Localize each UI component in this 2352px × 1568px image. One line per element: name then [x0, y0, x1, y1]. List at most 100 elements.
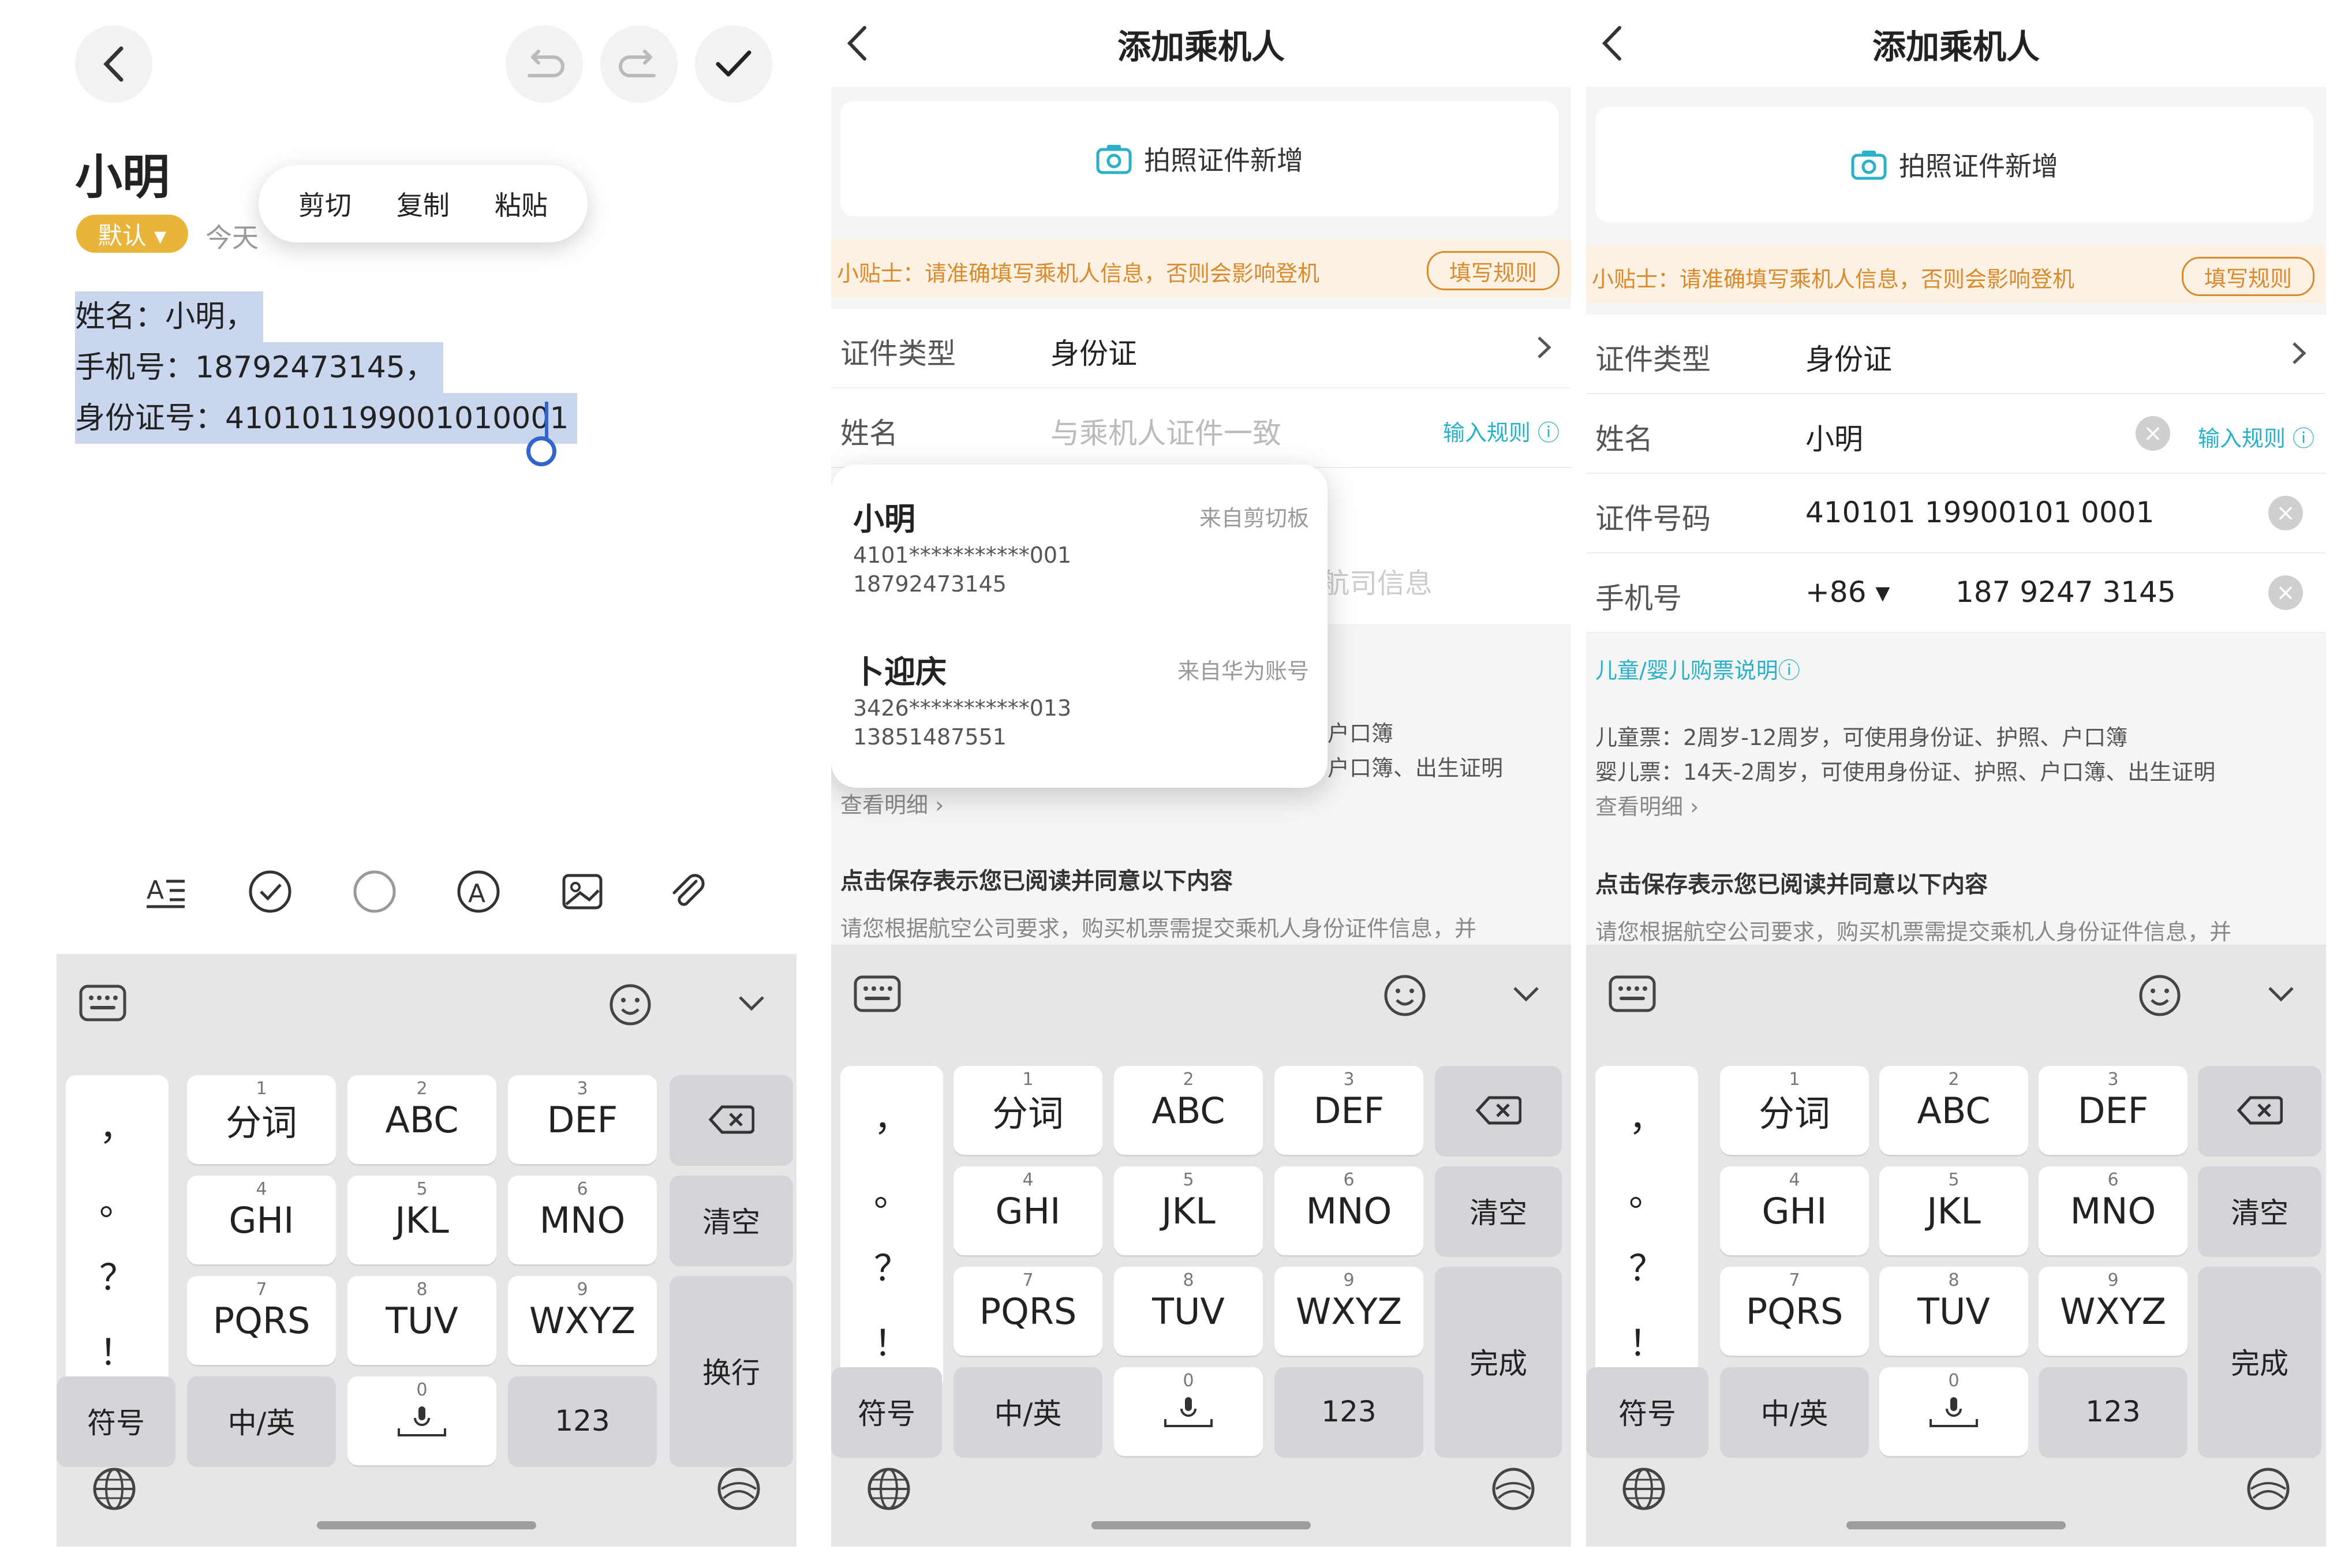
key-7[interactable]: 7 PQRS — [1720, 1267, 1869, 1356]
punct-key[interactable]: ？ — [99, 1248, 135, 1300]
image-icon[interactable] — [559, 869, 605, 915]
punctuation-column[interactable]: ， 。 ？ ！ — [66, 1075, 169, 1398]
key-9[interactable]: 9 WXYZ — [1274, 1267, 1423, 1356]
clear-name-icon[interactable]: × — [2136, 416, 2170, 451]
redo-button[interactable] — [600, 25, 678, 103]
selected-text-line[interactable]: 姓名：小明， — [75, 291, 264, 342]
key-5[interactable]: 5 JKL — [1114, 1166, 1263, 1255]
key-2[interactable]: 2 ABC — [347, 1075, 496, 1164]
id-number-row[interactable]: 证件号码 410101 19900101 0001 × — [1586, 474, 2326, 553]
back-button[interactable] — [75, 25, 152, 103]
country-code-select[interactable]: +86 ▾ — [1805, 575, 1890, 609]
punct-key[interactable]: 。 — [874, 1164, 910, 1216]
circle-icon[interactable] — [352, 869, 398, 915]
selected-text-line[interactable]: 身份证号：410101199001010001 — [75, 393, 577, 444]
key-2[interactable]: 2 ABC — [1879, 1066, 2028, 1155]
keyboard-icon[interactable] — [1608, 974, 1657, 1014]
done-key[interactable]: 完成 — [1435, 1267, 1562, 1456]
doc-type-row[interactable]: 证件类型 身份证 — [1586, 315, 2326, 394]
key-4[interactable]: 4 GHI — [1720, 1166, 1869, 1255]
fill-rules-button[interactable]: 填写规则 — [1426, 251, 1560, 290]
name-input[interactable]: 与乘机人证件一致 — [1050, 410, 1281, 452]
punct-key[interactable]: ？ — [1629, 1239, 1665, 1291]
globe-icon[interactable] — [866, 1466, 912, 1512]
name-row[interactable]: 姓名 与乘机人证件一致 输入规则 ⓘ — [831, 388, 1571, 468]
punct-key[interactable]: ！ — [1629, 1314, 1665, 1366]
key-5[interactable]: 5 JKL — [1879, 1166, 2028, 1255]
cut-menu-item[interactable]: 剪切 — [298, 185, 352, 223]
text-style-icon[interactable]: A — [143, 869, 189, 915]
id-number-input[interactable]: 410101 19900101 0001 — [1805, 496, 2154, 529]
key-3[interactable]: 3 DEF — [508, 1075, 657, 1164]
key-9[interactable]: 9 WXYZ — [508, 1276, 657, 1365]
punct-key[interactable]: ！ — [99, 1323, 135, 1375]
key-9[interactable]: 9 WXYZ — [2039, 1267, 2188, 1356]
key-3[interactable]: 3 DEF — [1274, 1066, 1423, 1155]
fill-rules-button[interactable]: 填写规则 — [2181, 257, 2314, 296]
name-input[interactable]: 小明 — [1805, 416, 1863, 458]
phone-input[interactable]: 187 9247 3145 — [1955, 575, 2176, 609]
key-6[interactable]: 6 MNO — [508, 1176, 657, 1264]
globe-icon[interactable] — [1621, 1466, 1667, 1512]
paste-menu-item[interactable]: 粘贴 — [495, 185, 548, 223]
suggestion-item[interactable]: 小明 来自剪切板 4101***********001 18792473145 — [853, 493, 1309, 597]
punct-key[interactable]: ？ — [874, 1239, 910, 1291]
doc-type-row[interactable]: 证件类型 身份证 — [831, 309, 1571, 388]
key-7[interactable]: 7 PQRS — [187, 1276, 336, 1365]
key-7[interactable]: 7 PQRS — [953, 1267, 1102, 1356]
child-info-heading[interactable]: 儿童/婴儿购票说明ⓘ — [1595, 653, 1800, 684]
done-key[interactable]: 完成 — [2198, 1267, 2321, 1456]
confirm-button[interactable] — [695, 25, 772, 103]
key-1[interactable]: 1 分词 — [187, 1075, 336, 1164]
key-4[interactable]: 4 GHI — [953, 1166, 1102, 1255]
backspace-key[interactable] — [2198, 1066, 2321, 1155]
key-4[interactable]: 4 GHI — [187, 1176, 336, 1264]
globe-icon[interactable] — [91, 1466, 137, 1512]
key-1[interactable]: 1 分词 — [1720, 1066, 1869, 1155]
clear-key[interactable]: 清空 — [670, 1176, 793, 1264]
attachment-icon[interactable] — [664, 869, 710, 915]
emoji-icon[interactable] — [1383, 974, 1427, 1017]
punct-key[interactable]: ！ — [874, 1314, 910, 1366]
default-tag[interactable]: 默认 ▾ — [76, 215, 188, 253]
input-method-logo-icon[interactable] — [1490, 1466, 1536, 1512]
newline-key[interactable]: 换行 — [670, 1276, 793, 1465]
view-details-link[interactable]: 查看明细 › — [840, 787, 944, 819]
punct-key[interactable]: ， — [874, 1089, 910, 1141]
keyboard-icon[interactable] — [78, 983, 127, 1023]
key-8[interactable]: 8 TUV — [1114, 1267, 1263, 1356]
handwriting-icon[interactable]: A — [455, 869, 502, 915]
key-6[interactable]: 6 MNO — [1274, 1166, 1423, 1255]
undo-button[interactable] — [506, 25, 583, 103]
selection-handle[interactable] — [526, 436, 556, 466]
input-method-logo-icon[interactable] — [716, 1466, 762, 1512]
keyboard-icon[interactable] — [853, 974, 902, 1014]
key-3[interactable]: 3 DEF — [2039, 1066, 2188, 1155]
key-6[interactable]: 6 MNO — [2039, 1166, 2188, 1255]
clear-key[interactable]: 清空 — [2198, 1166, 2321, 1255]
suggestion-item[interactable]: 卜迎庆 来自华为账号 3426***********013 1385148755… — [853, 646, 1309, 750]
input-rules-link[interactable]: 输入规则 ⓘ — [2198, 421, 2314, 452]
chevron-down-icon[interactable] — [1509, 976, 1543, 1011]
emoji-icon[interactable] — [2138, 974, 2182, 1017]
punct-key[interactable]: ， — [99, 1098, 135, 1150]
backspace-key[interactable] — [1435, 1066, 1562, 1155]
phone-row[interactable]: 手机号 +86 ▾ 187 9247 3145 × — [1586, 553, 2326, 633]
punct-key[interactable]: 。 — [1629, 1164, 1665, 1216]
chevron-down-icon[interactable] — [2264, 976, 2298, 1011]
checklist-icon[interactable] — [247, 869, 293, 915]
note-title[interactable]: 小明 — [75, 139, 170, 207]
key-1[interactable]: 1 分词 — [953, 1066, 1102, 1155]
photo-add-button[interactable]: 拍照证件新增 — [840, 101, 1558, 216]
clear-key[interactable]: 清空 — [1435, 1166, 1562, 1255]
selected-text-line[interactable]: 手机号：18792473145， — [75, 342, 443, 393]
input-rules-link[interactable]: 输入规则 ⓘ — [1443, 415, 1560, 447]
clear-id-icon[interactable]: × — [2268, 496, 2303, 530]
key-8[interactable]: 8 TUV — [1879, 1267, 2028, 1356]
name-row[interactable]: 姓名 小明 × 输入规则 ⓘ — [1586, 394, 2326, 474]
emoji-icon[interactable] — [608, 983, 652, 1027]
key-8[interactable]: 8 TUV — [347, 1276, 496, 1365]
punct-key[interactable]: ， — [1629, 1089, 1665, 1141]
input-method-logo-icon[interactable] — [2245, 1466, 2291, 1512]
punctuation-column[interactable]: ， 。 ？ ！ — [1595, 1066, 1698, 1389]
